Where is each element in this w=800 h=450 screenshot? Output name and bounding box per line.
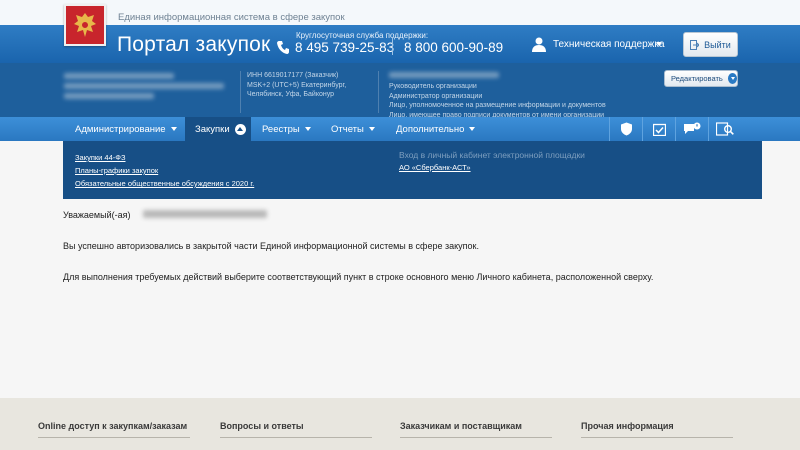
footer-divider <box>220 437 372 438</box>
blurred-user-name <box>389 72 499 78</box>
menu-label: Закупки <box>195 123 230 135</box>
chevron-down-icon <box>727 73 737 84</box>
link-public-discussions[interactable]: Обязательные общественные обсуждения с 2… <box>75 179 254 188</box>
chevron-down-icon <box>170 127 177 131</box>
org-timezone: MSK+2 (UTC+5) Екатеринбург, <box>247 81 347 89</box>
chevron-down-icon <box>469 127 476 131</box>
footer-faq[interactable]: Вопросы и ответы <box>220 421 304 431</box>
tech-support-menu[interactable]: Техническая поддержка <box>553 39 665 50</box>
menu-registries[interactable]: Реестры <box>262 117 311 141</box>
footer-divider <box>38 437 190 438</box>
menu-label: Отчеты <box>331 123 364 135</box>
link-purchases-44fz[interactable]: Закупки 44-ФЗ <box>75 153 126 162</box>
search-document-icon[interactable] <box>708 117 741 141</box>
org-timezone: Челябинск, Уфа, Байконур <box>247 91 335 98</box>
logout-icon <box>690 39 700 50</box>
menu-label: Дополнительно <box>396 123 465 135</box>
top-header: Единая информационная система в сфере за… <box>0 0 800 63</box>
auth-success-message: Вы успешно авторизовались в закрытой час… <box>63 241 479 251</box>
role-item: Администратор организации <box>389 92 483 100</box>
role-item: Руководитель организации <box>389 83 477 90</box>
menu-label: Реестры <box>262 123 300 135</box>
phone-separator <box>392 38 393 55</box>
role-item: Лицо, уполномоченное на размещение инфор… <box>389 102 606 109</box>
notifications-icon[interactable] <box>675 117 708 141</box>
chevron-up-icon <box>234 123 246 135</box>
menu-label: Администрирование <box>75 123 166 135</box>
footer-online-access[interactable]: Online доступ к закупкам/заказам <box>38 421 187 431</box>
system-title: Единая информационная система в сфере за… <box>118 12 345 23</box>
chevron-down-icon <box>304 127 311 131</box>
calendar-check-icon[interactable] <box>642 117 675 141</box>
menu-additional[interactable]: Дополнительно <box>396 117 476 141</box>
phone-icon <box>277 41 289 54</box>
main-menu: Администрирование Закупки Реестры Отчеты… <box>0 117 800 141</box>
portal-title[interactable]: Портал закупок <box>117 33 270 57</box>
support-caption: Круглосуточная служба поддержки: <box>296 31 429 40</box>
chevron-down-icon <box>368 127 375 131</box>
support-phone-1: 8 495 739-25-83 <box>295 40 395 55</box>
greeting: Уважаемый(-ая) <box>63 210 131 220</box>
edit-label: Редактировать <box>671 74 723 83</box>
user-roles: Руководитель организации Администратор о… <box>389 82 606 120</box>
instruction-message: Для выполнения требуемых действий выбери… <box>63 272 654 282</box>
logout-button[interactable]: Выйти <box>683 32 738 57</box>
menu-administration[interactable]: Администрирование <box>75 117 177 141</box>
blurred-user-name <box>143 210 267 218</box>
user-support-icon <box>532 37 546 52</box>
org-inn: ИНН 6619017177 (Заказчик) <box>247 72 339 79</box>
support-phone-2: 8 800 600-90-89 <box>404 40 504 55</box>
purchases-dropdown: Закупки 44-ФЗ Планы-графики закупок Обяз… <box>63 141 762 199</box>
footer-customers-suppliers[interactable]: Заказчикам и поставщикам <box>400 421 522 431</box>
menu-reports[interactable]: Отчеты <box>331 117 375 141</box>
coat-of-arms-logo[interactable] <box>64 4 106 46</box>
platform-login-heading: Вход в личный кабинет электронной площад… <box>399 150 585 160</box>
blurred-org-name <box>64 73 174 79</box>
org-divider <box>378 71 379 113</box>
blurred-org-name <box>64 83 224 89</box>
edit-button[interactable]: Редактировать <box>664 70 738 87</box>
shield-icon[interactable] <box>609 117 642 141</box>
org-divider <box>240 71 241 113</box>
footer-divider <box>581 437 733 438</box>
org-inn-timezone: ИНН 6619017177 (Заказчик) MSK+2 (UTC+5) … <box>247 71 346 100</box>
link-purchase-plans[interactable]: Планы-графики закупок <box>75 166 158 175</box>
blurred-org-name <box>64 93 154 99</box>
footer-other-info[interactable]: Прочая информация <box>581 421 674 431</box>
chevron-down-icon[interactable] <box>656 42 662 46</box>
menu-purchases[interactable]: Закупки <box>185 117 251 141</box>
logout-label: Выйти <box>704 39 731 50</box>
footer-divider <box>400 437 552 438</box>
link-sberbank-ast[interactable]: АО «Сбербанк-АСТ» <box>399 163 471 172</box>
